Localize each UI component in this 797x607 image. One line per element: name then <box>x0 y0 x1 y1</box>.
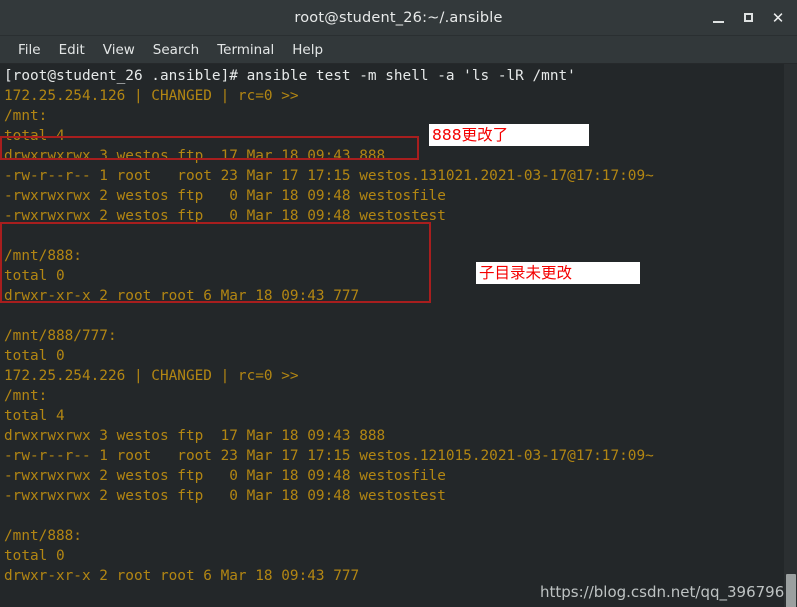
terminal-line: -rwxrwxrwx 2 westos ftp 0 Mar 18 09:48 w… <box>4 468 446 484</box>
maximize-icon <box>743 13 753 22</box>
terminal-line: -rw-r--r-- 1 root root 23 Mar 17 17:15 w… <box>4 168 654 184</box>
menu-item-edit[interactable]: Edit <box>50 42 94 58</box>
minimize-icon <box>712 20 724 23</box>
terminal-line: drwxrwxrwx 3 westos ftp 17 Mar 18 09:43 … <box>4 428 386 444</box>
terminal-line: -rwxrwxrwx 2 westos ftp 0 Mar 18 09:48 w… <box>4 208 446 224</box>
terminal-line: total 4 <box>4 408 65 424</box>
terminal-line: -rwxrwxrwx 2 westos ftp 0 Mar 18 09:48 w… <box>4 188 446 204</box>
terminal-line: total 0 <box>4 268 65 284</box>
annotation-subdir-unchanged: 子目录未更改 <box>476 262 640 284</box>
menu-item-file[interactable]: File <box>9 42 50 58</box>
minimize-button[interactable] <box>703 4 733 32</box>
window-controls: ✕ <box>703 0 793 35</box>
terminal-line: drwxr-xr-x 2 root root 6 Mar 18 09:43 77… <box>4 288 360 304</box>
terminal-line: /mnt: <box>4 108 48 124</box>
menu-item-help[interactable]: Help <box>283 42 332 58</box>
terminal-line: 172.25.254.126 | CHANGED | rc=0 >> <box>4 88 299 104</box>
terminal-line: /mnt/888: <box>4 528 82 544</box>
menu-item-terminal[interactable]: Terminal <box>208 42 283 58</box>
terminal-line: /mnt: <box>4 388 48 404</box>
terminal-scrollbar-thumb[interactable] <box>786 574 796 607</box>
terminal-scrollbar[interactable] <box>784 64 797 607</box>
terminal-line: /mnt/888: <box>4 248 82 264</box>
close-icon: ✕ <box>771 8 785 27</box>
window-title: root@student_26:~/.ansible <box>294 9 503 26</box>
terminal-output-area[interactable]: [root@student_26 .ansible]# ansible test… <box>0 64 797 607</box>
menu-bar: File Edit View Search Terminal Help <box>0 36 797 64</box>
watermark-url: https://blog.csdn.net/qq_39679699 <box>540 583 797 601</box>
terminal-line: total 4 <box>4 128 65 144</box>
menu-item-view[interactable]: View <box>94 42 144 58</box>
window-titlebar: root@student_26:~/.ansible ✕ <box>0 0 797 36</box>
terminal-line: 172.25.254.226 | CHANGED | rc=0 >> <box>4 368 299 384</box>
terminal-line: -rw-r--r-- 1 root root 23 Mar 17 17:15 w… <box>4 448 654 464</box>
terminal-line: total 0 <box>4 548 65 564</box>
terminal-line: -rwxrwxrwx 2 westos ftp 0 Mar 18 09:48 w… <box>4 488 446 504</box>
terminal-line: total 0 <box>4 348 65 364</box>
terminal-line: /mnt/888/777: <box>4 328 117 344</box>
close-button[interactable]: ✕ <box>763 4 793 32</box>
terminal-line: [root@student_26 .ansible]# ansible test… <box>4 68 576 84</box>
menu-item-search[interactable]: Search <box>144 42 208 58</box>
terminal-line: drwxrwxrwx 3 westos ftp 17 Mar 18 09:43 … <box>4 148 386 164</box>
annotation-888-changed: 888更改了 <box>429 124 589 146</box>
terminal-text: [root@student_26 .ansible]# ansible test… <box>4 66 797 607</box>
terminal-window: root@student_26:~/.ansible ✕ File Edit V… <box>0 0 797 607</box>
maximize-button[interactable] <box>733 4 763 32</box>
